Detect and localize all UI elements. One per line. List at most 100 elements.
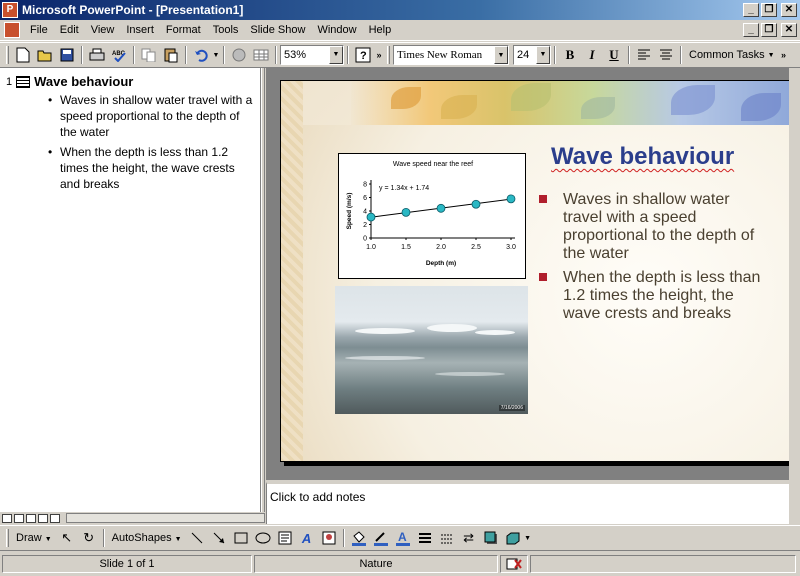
font-name-dropdown-icon[interactable]: ▼ [494, 46, 508, 64]
slide-icon[interactable] [16, 75, 31, 88]
outline-view-icon[interactable] [14, 513, 24, 523]
font-size-combo[interactable]: 24 ▼ [513, 45, 551, 65]
underline-button[interactable]: U [603, 44, 625, 66]
arrow-style-icon[interactable]: ⇄ [458, 527, 480, 549]
chevron-down-icon[interactable]: ▼ [524, 527, 532, 549]
undo-dropdown-icon[interactable]: ▼ [212, 44, 220, 66]
slide-title[interactable]: Wave behaviour [551, 143, 734, 171]
print-icon[interactable] [86, 44, 108, 66]
zoom-dropdown-icon[interactable]: ▼ [329, 46, 343, 64]
slide-sorter-view-icon[interactable] [38, 513, 48, 523]
font-name-value: Times New Roman [397, 49, 483, 61]
align-center-icon[interactable] [655, 44, 677, 66]
help-icon[interactable]: ? [352, 44, 374, 66]
close-button[interactable]: ✕ [781, 3, 797, 17]
menu-insert[interactable]: Insert [120, 22, 160, 38]
textbox-icon[interactable] [274, 527, 296, 549]
insert-table-icon[interactable] [250, 44, 272, 66]
restore-button[interactable]: ❐ [761, 3, 777, 17]
shadow-icon[interactable] [480, 527, 502, 549]
slide-bullets: Waves in shallow water travel with a spe… [539, 191, 763, 329]
horizontal-scrollbar[interactable] [66, 513, 265, 523]
bullet-square-icon [539, 273, 547, 281]
separator [81, 46, 83, 64]
slide-show-view-icon[interactable] [50, 513, 60, 523]
doc-restore-button[interactable]: ❐ [761, 23, 777, 37]
new-icon[interactable] [12, 44, 34, 66]
slide[interactable]: Wave speed near the reef 0 2 4 6 8 1.0 1.5 2.0 2.… [280, 80, 790, 462]
outline-bullet[interactable]: Waves in shallow water travel with a spe… [48, 92, 253, 140]
font-name-combo[interactable]: Times New Roman ▼ [393, 45, 509, 65]
menu-window[interactable]: Window [311, 22, 362, 38]
chart-x-tick-label: 1.0 [366, 244, 376, 251]
menu-file[interactable]: File [24, 22, 54, 38]
normal-view-icon[interactable] [2, 513, 12, 523]
select-pointer-icon[interactable]: ↖ [56, 527, 78, 549]
menu-slide-show[interactable]: Slide Show [244, 22, 311, 38]
notes-pane[interactable]: Click to add notes [266, 482, 789, 524]
zoom-combo[interactable]: 53% ▼ [280, 45, 344, 65]
chevron-down-icon: ▼ [174, 536, 182, 543]
menu-help[interactable]: Help [363, 22, 398, 38]
minimize-button[interactable]: _ [743, 3, 759, 17]
menu-format[interactable]: Format [160, 22, 207, 38]
outline-bullet[interactable]: When the depth is less than 1.2 times th… [48, 144, 253, 192]
wordart-icon[interactable]: A [296, 527, 318, 549]
hyperlink-icon[interactable] [228, 44, 250, 66]
toolbar-grip[interactable] [6, 529, 9, 547]
align-left-icon[interactable] [633, 44, 655, 66]
slide-bullet[interactable]: When the depth is less than 1.2 times th… [539, 269, 763, 323]
line-color-icon[interactable] [370, 527, 392, 549]
chart-y-tick-label: 4 [363, 209, 367, 216]
slide-view-icon[interactable] [26, 513, 36, 523]
undo-icon[interactable] [190, 44, 212, 66]
font-size-dropdown-icon[interactable]: ▼ [536, 46, 550, 64]
line-style-icon[interactable] [414, 527, 436, 549]
outline-slide-heading[interactable]: 1 Wave behaviour [6, 74, 133, 89]
font-color-icon[interactable]: A [392, 527, 414, 549]
reef-photo[interactable]: 7/16/2006 [335, 286, 528, 414]
italic-button[interactable]: I [581, 44, 603, 66]
chevron-down-icon: ▼ [44, 536, 52, 543]
chevron-more-icon[interactable]: » [779, 44, 789, 66]
menu-edit[interactable]: Edit [54, 22, 85, 38]
spelling-icon[interactable]: ABC [108, 44, 130, 66]
toolbar-grip[interactable] [387, 46, 390, 64]
menu-tools[interactable]: Tools [207, 22, 245, 38]
autoshapes-menu-button[interactable]: AutoShapes ▼ [108, 532, 186, 544]
arrow-icon[interactable] [208, 527, 230, 549]
rectangle-icon[interactable] [230, 527, 252, 549]
doc-close-button[interactable]: ✕ [781, 23, 797, 37]
status-bar: Slide 1 of 1 Nature [0, 552, 800, 576]
toolbar-grip[interactable] [6, 46, 9, 64]
outline-pane[interactable]: 1 Wave behaviour Waves in shallow water … [0, 68, 261, 512]
chart-title: Wave speed near the reef [393, 161, 473, 168]
doc-minimize-button[interactable]: _ [743, 23, 759, 37]
spelling-status-icon[interactable] [500, 555, 528, 573]
save-icon[interactable] [56, 44, 78, 66]
bold-button[interactable]: B [559, 44, 581, 66]
paste-icon[interactable] [160, 44, 182, 66]
free-rotate-icon[interactable]: ↻ [78, 527, 100, 549]
outline-slide-title[interactable]: Wave behaviour [34, 74, 133, 89]
chart-y-tick-label: 8 [363, 182, 367, 189]
document-icon[interactable] [4, 22, 20, 38]
line-icon[interactable] [186, 527, 208, 549]
3d-icon[interactable] [502, 527, 524, 549]
copy-icon[interactable] [138, 44, 160, 66]
fill-color-icon[interactable] [348, 527, 370, 549]
menu-view[interactable]: View [85, 22, 121, 38]
slide-bullet[interactable]: Waves in shallow water travel with a spe… [539, 191, 763, 263]
chart[interactable]: Wave speed near the reef 0 2 4 6 8 1.0 1.5 2.0 2.… [338, 153, 526, 279]
pane-splitter[interactable] [261, 68, 265, 512]
powerpoint-app-icon[interactable]: P [2, 2, 18, 18]
dash-style-icon[interactable] [436, 527, 458, 549]
draw-menu-button[interactable]: Draw ▼ [12, 532, 56, 544]
notes-placeholder[interactable]: Click to add notes [270, 490, 365, 504]
common-tasks-button[interactable]: Common Tasks ▼ [685, 44, 779, 66]
chevron-more-icon[interactable]: » [374, 44, 384, 66]
oval-icon[interactable] [252, 527, 274, 549]
vertical-scrollbar[interactable] [789, 68, 800, 524]
clipart-icon[interactable] [318, 527, 340, 549]
open-icon[interactable] [34, 44, 56, 66]
